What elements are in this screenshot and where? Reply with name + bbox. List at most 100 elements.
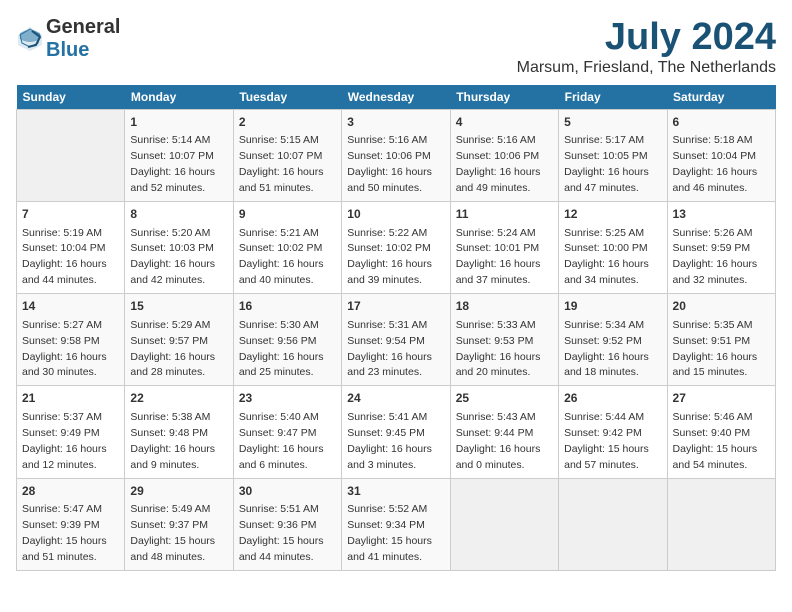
location-title: Marsum, Friesland, The Netherlands: [517, 59, 776, 77]
cell-info: Sunrise: 5:19 AMSunset: 10:04 PMDaylight…: [22, 227, 107, 287]
week-row-3: 14Sunrise: 5:27 AMSunset: 9:58 PMDayligh…: [17, 294, 776, 386]
calendar-cell: 4 Sunrise: 5:16 AMSunset: 10:06 PMDayligh…: [450, 110, 558, 202]
week-row-5: 28Sunrise: 5:47 AMSunset: 9:39 PMDayligh…: [17, 478, 776, 570]
calendar-cell: 24Sunrise: 5:41 AMSunset: 9:45 PMDayligh…: [342, 386, 450, 478]
day-number: 8: [130, 206, 227, 223]
day-number: 6: [673, 114, 770, 131]
calendar-cell: 9 Sunrise: 5:21 AMSunset: 10:02 PMDayligh…: [233, 202, 341, 294]
day-number: 12: [564, 206, 661, 223]
calendar-cell: 10Sunrise: 5:22 AMSunset: 10:02 PMDaylig…: [342, 202, 450, 294]
day-number: 20: [673, 298, 770, 315]
day-number: 30: [239, 483, 336, 500]
calendar-cell: 13 Sunrise: 5:26 AMSunset: 9:59 PMDayligh…: [667, 202, 775, 294]
cell-info: Sunrise: 5:47 AMSunset: 9:39 PMDaylight:…: [22, 503, 107, 563]
cell-info: Sunrise: 5:31 AMSunset: 9:54 PMDaylight:…: [347, 319, 432, 379]
calendar-cell: 11Sunrise: 5:24 AMSunset: 10:01 PMDaylig…: [450, 202, 558, 294]
cell-info: Sunrise: 5:21 AMSunset: 10:02 PMDaylight…: [239, 227, 324, 287]
cell-info: Sunrise: 5:37 AMSunset: 9:49 PMDaylight:…: [22, 411, 107, 471]
calendar-cell: 23Sunrise: 5:40 AMSunset: 9:47 PMDayligh…: [233, 386, 341, 478]
logo-text: General Blue: [46, 16, 120, 62]
cell-info: Sunrise: 5:44 AMSunset: 9:42 PMDaylight:…: [564, 411, 649, 471]
col-wednesday: Wednesday: [342, 85, 450, 110]
cell-info: Sunrise: 5:16 AMSunset: 10:06 PMDaylight…: [456, 134, 541, 194]
cell-info: Sunrise: 5:46 AMSunset: 9:40 PMDaylight:…: [673, 411, 758, 471]
calendar-cell: 8 Sunrise: 5:20 AMSunset: 10:03 PMDayligh…: [125, 202, 233, 294]
calendar-cell: 18Sunrise: 5:33 AMSunset: 9:53 PMDayligh…: [450, 294, 558, 386]
day-number: 7: [22, 206, 119, 223]
calendar-cell: 26 Sunrise: 5:44 AMSunset: 9:42 PMDayligh…: [559, 386, 667, 478]
day-number: 27: [673, 390, 770, 407]
calendar-cell: [559, 478, 667, 570]
cell-info: Sunrise: 5:30 AMSunset: 9:56 PMDaylight:…: [239, 319, 324, 379]
day-number: 9: [239, 206, 336, 223]
day-number: 4: [456, 114, 553, 131]
cell-info: Sunrise: 5:17 AMSunset: 10:05 PMDaylight…: [564, 134, 649, 194]
day-number: 1: [130, 114, 227, 131]
calendar-cell: 19Sunrise: 5:34 AMSunset: 9:52 PMDayligh…: [559, 294, 667, 386]
day-number: 11: [456, 206, 553, 223]
cell-info: Sunrise: 5:51 AMSunset: 9:36 PMDaylight:…: [239, 503, 324, 563]
calendar-cell: 14Sunrise: 5:27 AMSunset: 9:58 PMDayligh…: [17, 294, 125, 386]
cell-info: Sunrise: 5:16 AMSunset: 10:06 PMDaylight…: [347, 134, 432, 194]
day-number: 16: [239, 298, 336, 315]
calendar-cell: [667, 478, 775, 570]
calendar-table: Sunday Monday Tuesday Wednesday Thursday…: [16, 85, 776, 571]
calendar-cell: 22 Sunrise: 5:38 AMSunset: 9:48 PMDayligh…: [125, 386, 233, 478]
col-thursday: Thursday: [450, 85, 558, 110]
day-number: 26: [564, 390, 661, 407]
calendar-cell: 17 Sunrise: 5:31 AMSunset: 9:54 PMDayligh…: [342, 294, 450, 386]
col-friday: Friday: [559, 85, 667, 110]
cell-info: Sunrise: 5:34 AMSunset: 9:52 PMDaylight:…: [564, 319, 649, 379]
week-row-4: 21 Sunrise: 5:37 AMSunset: 9:49 PMDayligh…: [17, 386, 776, 478]
calendar-cell: 5 Sunrise: 5:17 AMSunset: 10:05 PMDayligh…: [559, 110, 667, 202]
calendar-cell: 6Sunrise: 5:18 AMSunset: 10:04 PMDayligh…: [667, 110, 775, 202]
day-number: 31: [347, 483, 444, 500]
day-number: 5: [564, 114, 661, 131]
page-header: General Blue July 2024 Marsum, Friesland…: [16, 16, 776, 77]
calendar-header: Sunday Monday Tuesday Wednesday Thursday…: [17, 85, 776, 110]
day-number: 25: [456, 390, 553, 407]
day-number: 3: [347, 114, 444, 131]
day-number: 29: [130, 483, 227, 500]
day-number: 13: [673, 206, 770, 223]
cell-info: Sunrise: 5:38 AMSunset: 9:48 PMDaylight:…: [130, 411, 215, 471]
calendar-cell: 29 Sunrise: 5:49 AMSunset: 9:37 PMDayligh…: [125, 478, 233, 570]
day-number: 21: [22, 390, 119, 407]
calendar-body: 1 Sunrise: 5:14 AMSunset: 10:07 PMDayligh…: [17, 110, 776, 571]
header-row: Sunday Monday Tuesday Wednesday Thursday…: [17, 85, 776, 110]
calendar-cell: 27 Sunrise: 5:46 AMSunset: 9:40 PMDayligh…: [667, 386, 775, 478]
title-block: July 2024 Marsum, Friesland, The Netherl…: [517, 16, 776, 77]
day-number: 14: [22, 298, 119, 315]
calendar-cell: 7 Sunrise: 5:19 AMSunset: 10:04 PMDayligh…: [17, 202, 125, 294]
day-number: 2: [239, 114, 336, 131]
day-number: 24: [347, 390, 444, 407]
day-number: 22: [130, 390, 227, 407]
cell-info: Sunrise: 5:22 AMSunset: 10:02 PMDaylight…: [347, 227, 432, 287]
calendar-cell: 20 Sunrise: 5:35 AMSunset: 9:51 PMDayligh…: [667, 294, 775, 386]
logo: General Blue: [16, 16, 120, 62]
day-number: 15: [130, 298, 227, 315]
calendar-cell: 15 Sunrise: 5:29 AMSunset: 9:57 PMDayligh…: [125, 294, 233, 386]
col-saturday: Saturday: [667, 85, 775, 110]
week-row-1: 1 Sunrise: 5:14 AMSunset: 10:07 PMDayligh…: [17, 110, 776, 202]
col-sunday: Sunday: [17, 85, 125, 110]
cell-info: Sunrise: 5:25 AMSunset: 10:00 PMDaylight…: [564, 227, 649, 287]
cell-info: Sunrise: 5:26 AMSunset: 9:59 PMDaylight:…: [673, 227, 758, 287]
calendar-cell: 25 Sunrise: 5:43 AMSunset: 9:44 PMDayligh…: [450, 386, 558, 478]
calendar-cell: 2Sunrise: 5:15 AMSunset: 10:07 PMDayligh…: [233, 110, 341, 202]
logo-icon: [16, 25, 44, 53]
col-tuesday: Tuesday: [233, 85, 341, 110]
calendar-cell: 21 Sunrise: 5:37 AMSunset: 9:49 PMDayligh…: [17, 386, 125, 478]
day-number: 18: [456, 298, 553, 315]
cell-info: Sunrise: 5:29 AMSunset: 9:57 PMDaylight:…: [130, 319, 215, 379]
cell-info: Sunrise: 5:35 AMSunset: 9:51 PMDaylight:…: [673, 319, 758, 379]
month-title: July 2024: [517, 16, 776, 59]
cell-info: Sunrise: 5:52 AMSunset: 9:34 PMDaylight:…: [347, 503, 432, 563]
cell-info: Sunrise: 5:20 AMSunset: 10:03 PMDaylight…: [130, 227, 215, 287]
calendar-cell: 12 Sunrise: 5:25 AMSunset: 10:00 PMDaylig…: [559, 202, 667, 294]
day-number: 17: [347, 298, 444, 315]
cell-info: Sunrise: 5:43 AMSunset: 9:44 PMDaylight:…: [456, 411, 541, 471]
calendar-cell: 30 Sunrise: 5:51 AMSunset: 9:36 PMDayligh…: [233, 478, 341, 570]
cell-info: Sunrise: 5:49 AMSunset: 9:37 PMDaylight:…: [130, 503, 215, 563]
cell-info: Sunrise: 5:14 AMSunset: 10:07 PMDaylight…: [130, 134, 215, 194]
